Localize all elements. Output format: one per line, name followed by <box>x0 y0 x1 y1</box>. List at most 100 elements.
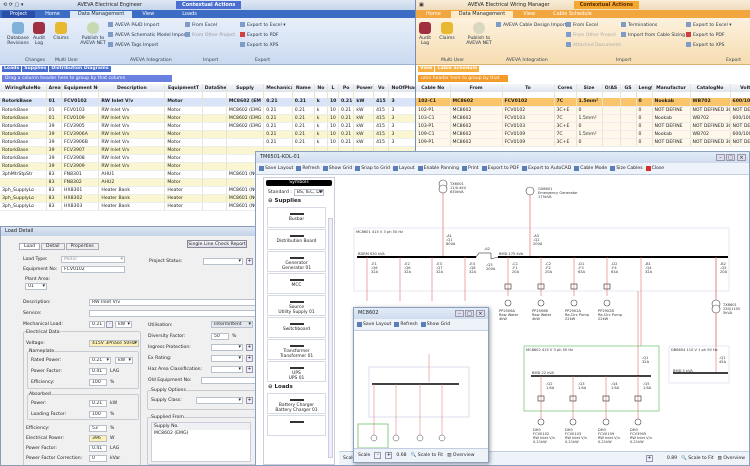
loads-section[interactable]: ⊖ Loads <box>264 383 334 392</box>
pfc-input[interactable]: 0 <box>89 455 107 462</box>
column-header[interactable]: Cores <box>554 84 577 92</box>
zoom-out-button[interactable]: - <box>374 452 382 459</box>
project-status-select[interactable] <box>203 258 243 265</box>
from-excel-button[interactable]: From Excel <box>185 22 217 28</box>
load-type-select[interactable]: Motor <box>61 256 125 263</box>
loading-factor-input[interactable]: 100 <box>89 411 107 418</box>
tab-distribution-diagrams[interactable]: Distribution Diagrams <box>49 66 111 72</box>
column-header[interactable]: EquipmentT <box>164 84 203 92</box>
layout-button[interactable]: Layout <box>392 166 415 171</box>
column-header[interactable]: Power <box>353 84 375 92</box>
rated-power-input[interactable]: 0.21 <box>89 357 111 364</box>
column-header[interactable]: No <box>314 84 328 92</box>
symbol-item[interactable]: Generator Generator 01 <box>267 251 326 272</box>
table-row[interactable]: 103-C1 MC8602 FCV0103 7C 1.5mm² 0 Nookab WB702 6… <box>416 114 750 123</box>
overview-button[interactable]: ▥ Overview <box>718 456 745 461</box>
symbol-item[interactable]: UPS UPS 01 <box>267 361 326 382</box>
symbol-item[interactable]: Source Utility Supply 01 <box>267 295 326 316</box>
overview-button[interactable]: ▥ Overview <box>447 453 474 458</box>
claims-button[interactable]: Claims <box>438 22 456 41</box>
tab-home[interactable]: Home <box>418 11 449 18</box>
show-grid-button[interactable]: Show Grid <box>322 166 352 171</box>
minimize-button[interactable]: – <box>455 310 464 317</box>
column-header[interactable]: GS <box>620 84 637 92</box>
ex-rating-select[interactable] <box>211 355 243 362</box>
motor-icon[interactable] <box>537 418 545 426</box>
motor-icon[interactable] <box>603 299 611 307</box>
close-window-button[interactable]: × <box>476 310 485 317</box>
minimize-button[interactable]: – <box>716 154 725 161</box>
export-to-autocad-button[interactable]: Export to AutoCAD <box>522 166 571 171</box>
motor-icon[interactable] <box>602 418 610 426</box>
attached-documents-button[interactable]: Attached Documents <box>566 42 621 48</box>
refresh-button[interactable]: Refresh <box>394 322 418 327</box>
old-equipment-input[interactable] <box>201 377 259 384</box>
add-icon[interactable]: + <box>246 344 253 351</box>
tab-view[interactable]: View <box>134 11 162 18</box>
table-row[interactable]: 102-C1 MC8602 FCV0102 7C 1.5mm² 0 Nookab WB702 6… <box>416 98 750 107</box>
maximize-button[interactable]: □ <box>726 154 735 161</box>
mc8602-board[interactable] <box>368 366 470 418</box>
tab-load[interactable]: Load <box>19 243 41 250</box>
column-header[interactable]: Length <box>636 84 653 92</box>
from-other-project-button[interactable]: From Other Project <box>566 32 616 38</box>
cable-grid[interactable]: Cable NoFromToCoresSizeO/ASGSLengthManuf… <box>416 84 750 147</box>
tab-view[interactable]: View <box>515 11 543 18</box>
column-header[interactable]: Size <box>576 84 603 92</box>
tab-home[interactable]: Home <box>37 11 68 18</box>
motor-icon[interactable] <box>537 299 545 307</box>
voltage-select[interactable]: 415V 3Phase 50Hz <box>89 340 139 347</box>
tab-cable-schedule-doc[interactable]: Cable Schedule <box>435 66 480 72</box>
column-header[interactable]: L <box>327 84 339 92</box>
table-row[interactable]: 103-P1 MC8602 FCV0103 3C+E 0 0 NOT DEFINE NOT D… <box>416 122 750 131</box>
add-icon[interactable]: + <box>246 355 253 362</box>
size-cables-button[interactable]: Size Cables <box>610 166 643 171</box>
symbol-item[interactable] <box>267 415 326 436</box>
audit-log-button[interactable]: Audit Log <box>30 22 48 46</box>
efficiency-input[interactable]: 53 <box>89 425 107 432</box>
publish-button[interactable]: Publish to AVEVA NET <box>80 22 106 46</box>
enable-panning-button[interactable]: Enable Panning <box>417 166 459 171</box>
quick-access-icons[interactable]: ⟲ ⟳ ▢ ▾ <box>3 2 23 8</box>
standard-select[interactable]: BS, IEC, DIN <box>293 189 324 196</box>
zoom-in-button[interactable]: + <box>385 452 393 459</box>
mechanical-unit-select[interactable]: kW <box>115 321 132 328</box>
symbol-item[interactable]: Transformer Transformer 01 <box>267 339 326 360</box>
tab-data-management[interactable]: Data Management <box>69 11 133 18</box>
supply-no-row[interactable]: MC8602 (EMG) <box>152 430 250 437</box>
ingress-select[interactable] <box>211 344 243 351</box>
diversity-input[interactable]: 50 <box>211 333 229 340</box>
column-header[interactable]: To <box>502 84 555 92</box>
tags-import-button[interactable]: AVEVA Tags Import <box>108 42 158 48</box>
column-header[interactable]: Vo <box>373 84 390 92</box>
symbol-item[interactable]: MCC <box>267 273 326 294</box>
utilisation-select[interactable]: Intermittent <box>211 321 253 328</box>
scale-to-fit-button[interactable]: 🔍 Scale to Fit <box>681 456 713 461</box>
motor-icon[interactable] <box>570 299 578 307</box>
motor-icon[interactable] <box>370 434 378 442</box>
import-cable-sizing-button[interactable]: Import from Cable Sizing <box>621 32 685 38</box>
pid-import-button[interactable]: AVEVA P&ID Import <box>108 22 159 28</box>
efficiency-input[interactable]: 100 <box>89 379 107 386</box>
rated-unit-select[interactable]: kW <box>115 357 133 364</box>
column-header[interactable]: Description <box>98 84 166 92</box>
tab-loads-doc[interactable]: Loads <box>2 66 22 72</box>
column-header[interactable]: Name <box>292 84 315 92</box>
add-icon[interactable]: + <box>246 258 253 265</box>
table-row[interactable]: 109-P1 MC8602 FCV0109 3C+E 0 0 NOT DEFINE NOT D… <box>416 138 750 147</box>
plant-area-select[interactable]: 01 <box>25 283 47 290</box>
column-header[interactable]: Voltage <box>730 84 750 92</box>
audit-log-button[interactable]: Audit Log <box>416 22 434 46</box>
power-factor-input[interactable]: 0.41 <box>89 368 107 375</box>
symbol-item[interactable]: Battery Charger Battery Charger 01 <box>267 393 326 414</box>
export-pdf-button[interactable]: Export to PDF <box>686 32 725 38</box>
table-row[interactable]: RotorkBase 01 FCV0103 RW Inlet V/v Motor MC86… <box>0 106 415 115</box>
table-row[interactable]: RotorkBase 01 FCV0102 RW Inlet V/v Motor MC86… <box>0 98 415 107</box>
mechanical-load-input[interactable]: 0.21 <box>89 321 105 328</box>
column-header[interactable]: Po <box>338 84 355 92</box>
export-excel-button[interactable]: Export to Excel ▾ <box>240 22 286 28</box>
equipment-no-input[interactable]: FCV0102 <box>61 266 125 273</box>
from-excel-button[interactable]: From Excel <box>566 22 598 28</box>
table-row[interactable]: RotorkBase 39 FCV3906A RW Inlet V/v Motor 0.2… <box>0 130 415 139</box>
save-layout-button[interactable]: Save Layout <box>259 166 293 171</box>
